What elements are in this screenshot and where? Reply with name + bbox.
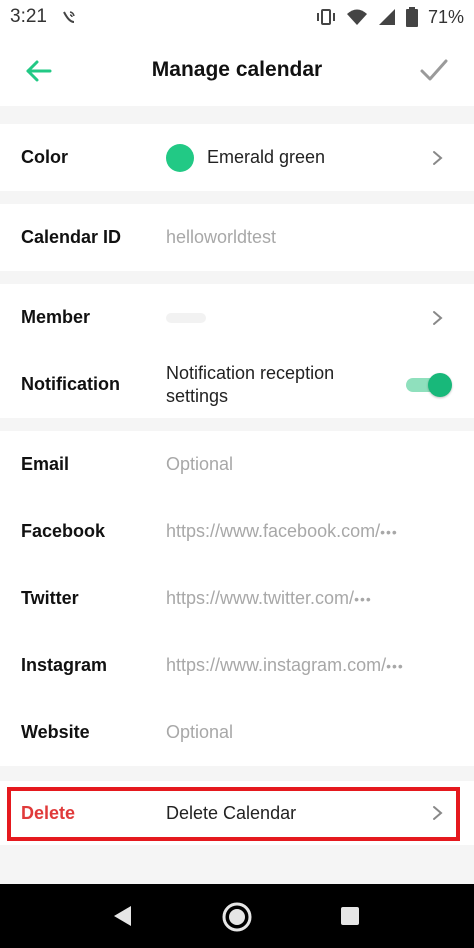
calendar-id-value: helloworldtest: [166, 227, 277, 247]
status-time: 3:21: [10, 6, 47, 27]
calendar-id-row: Calendar ID helloworldtest: [0, 204, 474, 271]
facebook-field[interactable]: https://www.facebook.com/•••: [166, 521, 474, 542]
arrow-left-icon[interactable]: [22, 54, 56, 88]
color-row[interactable]: Color Emerald green: [0, 124, 474, 191]
color-swatch: [166, 143, 194, 172]
twitter-label: Twitter: [21, 588, 79, 608]
facebook-row[interactable]: Facebook https://www.facebook.com/•••: [0, 498, 474, 565]
chevron-right-icon: [433, 311, 443, 325]
email-label: Email: [21, 454, 70, 474]
battery-percent: 71%: [427, 6, 464, 27]
delete-label: Delete: [21, 802, 76, 823]
notification-description: Notification reception settings: [166, 362, 376, 408]
section-calendar-id: Calendar ID helloworldtest: [0, 204, 474, 271]
notification-toggle[interactable]: [406, 373, 452, 397]
wifi-icon: [346, 9, 367, 25]
instagram-label: Instagram: [21, 655, 108, 675]
status-icons: 71%: [316, 7, 464, 28]
email-row[interactable]: Email Optional: [0, 431, 474, 498]
toggle-knob: [428, 373, 452, 397]
vibrate-icon: [316, 9, 335, 25]
screen: 3:21 71% Manage calendar Color Emerald g…: [0, 0, 474, 948]
battery-icon: [405, 7, 418, 27]
nav-recents-icon[interactable]: [340, 906, 360, 926]
member-value: [166, 312, 206, 323]
member-row[interactable]: Member: [0, 284, 474, 351]
instagram-ellipsis: •••: [386, 658, 404, 674]
twitter-field[interactable]: https://www.twitter.com/•••: [166, 588, 474, 609]
twitter-row[interactable]: Twitter https://www.twitter.com/•••: [0, 565, 474, 632]
website-field[interactable]: Optional: [166, 722, 474, 743]
instagram-placeholder: https://www.instagram.com/: [166, 655, 387, 675]
system-nav-bar: [0, 884, 474, 948]
color-value: Emerald green: [166, 143, 474, 172]
app-header: Manage calendar: [0, 34, 474, 106]
chevron-right-icon: [433, 151, 443, 165]
facebook-label: Facebook: [21, 521, 106, 541]
instagram-field[interactable]: https://www.instagram.com/•••: [166, 655, 474, 676]
section-color: Color Emerald green: [0, 124, 474, 191]
section-delete: Delete Delete Calendar: [0, 781, 474, 845]
wifi-calling-icon: [63, 11, 75, 23]
email-field[interactable]: Optional: [166, 454, 474, 475]
page-title: Manage calendar: [151, 58, 323, 81]
facebook-ellipsis: •••: [380, 524, 398, 540]
notification-label: Notification: [21, 374, 120, 394]
section-sharing: Member Notification Notification recepti…: [0, 284, 474, 418]
website-label: Website: [21, 722, 90, 742]
member-label: Member: [21, 307, 91, 327]
color-label: Color: [21, 147, 68, 167]
nav-home-icon[interactable]: [221, 901, 253, 933]
cell-signal-icon: [378, 9, 395, 25]
check-icon[interactable]: [418, 54, 450, 86]
notification-description-line1: Notification reception: [166, 362, 335, 383]
delete-row[interactable]: Delete Delete Calendar: [0, 781, 474, 845]
notification-description-line2: settings: [166, 385, 229, 406]
instagram-row[interactable]: Instagram https://www.instagram.com/•••: [0, 632, 474, 699]
notification-row: Notification Notification reception sett…: [0, 351, 474, 418]
twitter-placeholder: https://www.twitter.com/: [166, 588, 355, 608]
website-row[interactable]: Website Optional: [0, 699, 474, 766]
calendar-id-label: Calendar ID: [21, 227, 122, 247]
delete-calendar-text: Delete Calendar: [166, 802, 297, 823]
twitter-ellipsis: •••: [354, 591, 372, 607]
section-links: Email Optional Facebook https://www.face…: [0, 431, 474, 766]
nav-back-icon[interactable]: [111, 904, 135, 928]
status-bar: 3:21 71%: [0, 0, 474, 34]
chevron-right-icon: [433, 806, 443, 820]
facebook-placeholder: https://www.facebook.com/: [166, 521, 381, 541]
